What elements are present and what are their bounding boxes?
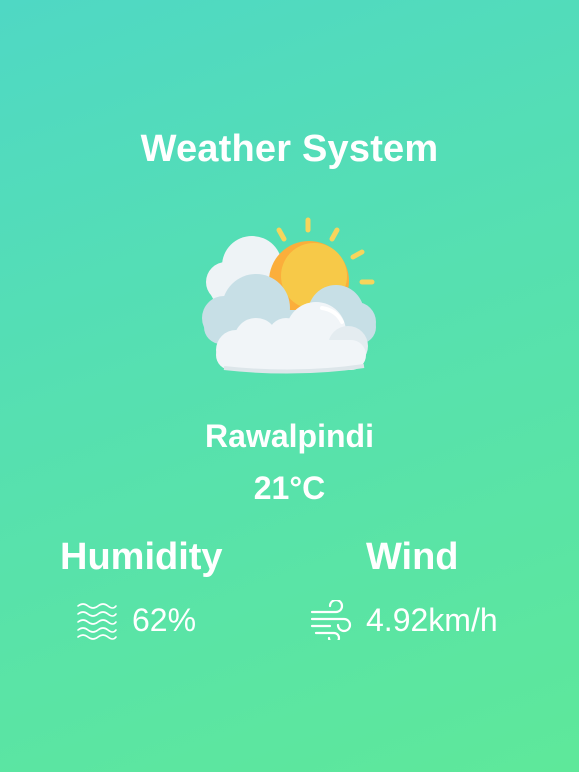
humidity-value: 62%	[132, 601, 197, 638]
page-title: Weather System	[140, 128, 439, 170]
temperature: 21°C	[253, 470, 326, 506]
wind-value: 4.92km/h	[366, 601, 498, 638]
wind-icon	[310, 598, 352, 645]
humidity-waves-icon	[76, 600, 118, 640]
wind-stat: 4.92km/h	[310, 598, 498, 645]
weather-card: Weather System Rawalpindi 21°C Humidity …	[0, 0, 579, 772]
wind-label: Wind	[366, 536, 459, 578]
humidity-stat: 62%	[76, 600, 196, 640]
city-name: Rawalpindi	[205, 418, 374, 454]
sun-behind-clouds-icon	[196, 210, 386, 380]
humidity-label: Humidity	[60, 536, 223, 578]
